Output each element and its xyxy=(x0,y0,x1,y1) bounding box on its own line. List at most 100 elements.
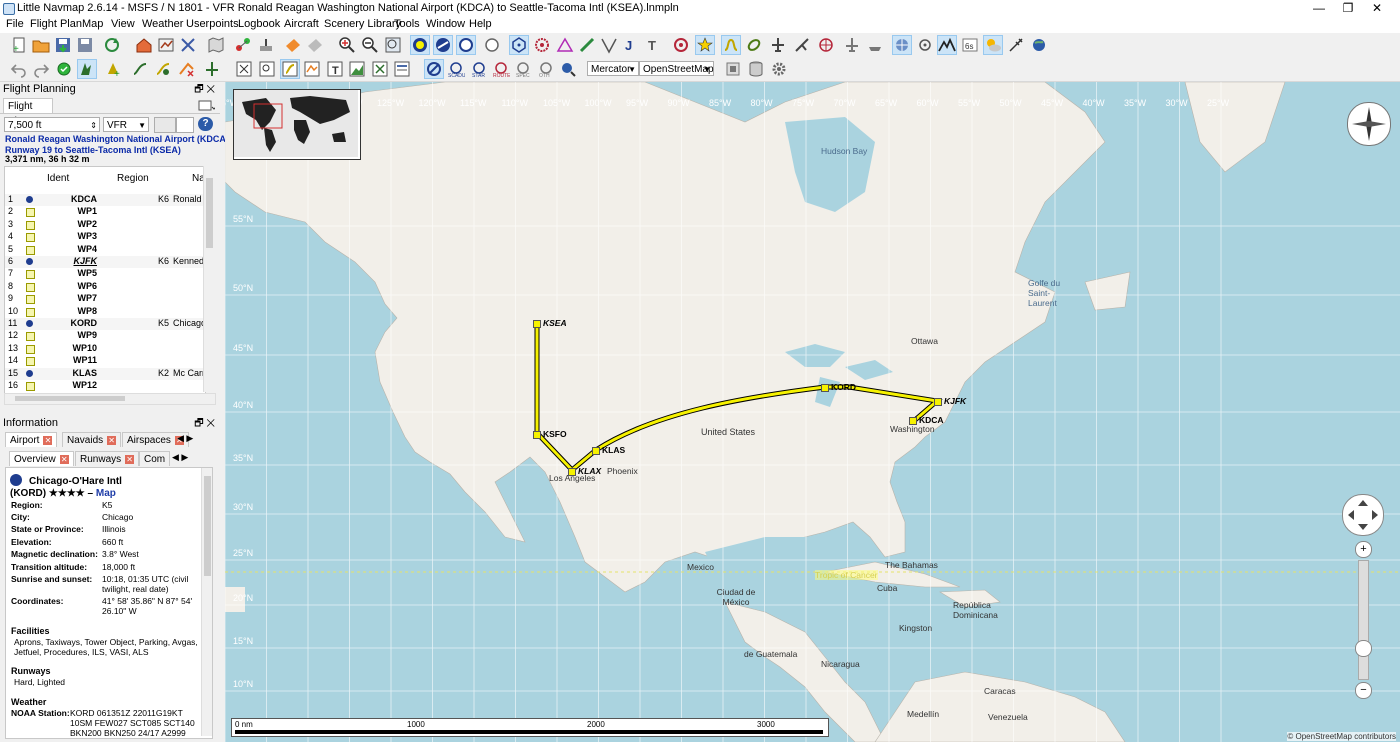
undo-icon[interactable] xyxy=(10,60,28,78)
show-weather-icon[interactable] xyxy=(983,35,1003,55)
zoom-in-button[interactable]: + xyxy=(1355,541,1372,558)
star-icon[interactable]: STAR xyxy=(470,60,488,78)
flight-type-select[interactable]: VFR ▼ xyxy=(103,117,149,132)
show-minimum-altitude-icon[interactable]: 6s xyxy=(961,36,979,54)
scroll-thumb[interactable] xyxy=(204,476,211,576)
table-row[interactable]: 7 WP5 xyxy=(5,268,205,280)
menu-tools[interactable]: Tools xyxy=(394,18,420,30)
center-flight-plan-icon[interactable] xyxy=(157,36,175,54)
tab-airport[interactable]: Airport ✕ xyxy=(5,432,58,447)
menu-weather[interactable]: Weather xyxy=(142,18,183,30)
show-day-night-icon[interactable] xyxy=(916,36,934,54)
close-icon[interactable]: ✕ xyxy=(107,435,117,445)
calculate-route-icon[interactable] xyxy=(55,60,73,78)
close-icon[interactable]: ✕ xyxy=(125,454,135,464)
zoom-map-icon[interactable] xyxy=(384,36,402,54)
table-row[interactable]: 2 WP1 xyxy=(5,206,205,218)
save-as-icon[interactable] xyxy=(76,36,94,54)
info-panel-icon[interactable]: T xyxy=(326,60,344,78)
show-tracks-icon[interactable]: T xyxy=(645,36,663,54)
compass-rose-icon[interactable] xyxy=(1347,102,1391,146)
reload-icon[interactable] xyxy=(103,36,121,54)
show-ndb-icon[interactable] xyxy=(533,36,551,54)
table-row[interactable]: 9 WP7 xyxy=(5,293,205,305)
map-toggle-icon[interactable] xyxy=(207,36,225,54)
show-addon-airports-icon[interactable] xyxy=(483,36,501,54)
new-flight-plan-icon[interactable]: + xyxy=(10,36,28,54)
tab-runways[interactable]: Runways ✕ xyxy=(75,451,140,466)
table-row[interactable]: 4 WP3 xyxy=(5,231,205,243)
show-missed-approach-icon[interactable] xyxy=(745,36,763,54)
profile-panel-icon[interactable] xyxy=(303,60,321,78)
airport-klax[interactable]: KLAX xyxy=(568,466,601,476)
zoom-plan-icon[interactable] xyxy=(179,36,197,54)
show-favorites-icon[interactable] xyxy=(695,35,715,55)
overview-map[interactable] xyxy=(233,89,361,160)
map-canvas[interactable] xyxy=(225,82,1400,742)
help-icon[interactable]: ? xyxy=(198,117,213,131)
table-row[interactable]: 5 WP4 xyxy=(5,244,205,256)
spec-icon[interactable]: SPEC xyxy=(514,60,532,78)
menu-scenery-library[interactable]: Scenery Library xyxy=(324,18,401,30)
tab-scroll-arrows[interactable]: ◀ ▶ xyxy=(177,433,193,444)
flight-plan-scrollbar[interactable] xyxy=(203,166,214,392)
show-soft-airports-icon[interactable] xyxy=(433,35,453,55)
home-icon[interactable] xyxy=(135,36,153,54)
zoom-out-button[interactable]: − xyxy=(1355,682,1372,699)
add-waypoint-icon[interactable]: + xyxy=(104,60,122,78)
airport-klas[interactable]: KLAS xyxy=(592,445,625,455)
gear-icon[interactable] xyxy=(770,60,788,78)
redo-icon[interactable] xyxy=(32,60,50,78)
flight-plan-hscrollbar[interactable] xyxy=(4,393,216,405)
tab-overview[interactable]: Overview ✕ xyxy=(9,451,74,466)
menu-logbook[interactable]: Logbook xyxy=(238,18,280,30)
menu-help[interactable]: Help xyxy=(469,18,492,30)
scroll-thumb[interactable] xyxy=(206,178,213,248)
calendar-icon[interactable] xyxy=(176,117,194,133)
column-ident[interactable]: Ident xyxy=(47,173,69,184)
zoom-slider-handle[interactable] xyxy=(1355,640,1372,657)
table-row[interactable]: 13 WP10 xyxy=(5,343,205,355)
menu-map[interactable]: Map xyxy=(82,18,103,30)
menu-view[interactable]: View xyxy=(111,18,135,30)
table-row[interactable]: 14 WP11 xyxy=(5,355,205,367)
tab-com[interactable]: Com xyxy=(139,451,171,466)
map-theme-select[interactable]: OpenStreetMap ▼ xyxy=(639,61,714,76)
menu-flight-plan[interactable]: Flight Plan xyxy=(30,18,82,30)
other-procedure-icon[interactable]: OTH xyxy=(537,60,555,78)
zoom-slider[interactable] xyxy=(1358,560,1369,680)
airport-search-icon[interactable] xyxy=(257,36,275,54)
cruise-altitude-field[interactable]: 7,500 ft ⇕ xyxy=(4,117,100,132)
table-row[interactable]: 16 WP12 xyxy=(5,380,205,392)
column-region[interactable]: Region xyxy=(117,173,149,184)
nav-search-icon[interactable] xyxy=(284,36,302,54)
show-airspaces-icon[interactable] xyxy=(672,36,690,54)
close-icon[interactable]: ✕ xyxy=(59,454,69,464)
info-scrollbar[interactable] xyxy=(201,468,212,736)
tab-navaids[interactable]: Navaids ✕ xyxy=(62,432,122,447)
search-panel-icon[interactable] xyxy=(258,60,276,78)
show-waypoints-icon[interactable] xyxy=(556,36,574,54)
clear-route-button[interactable] xyxy=(154,117,176,133)
table-row[interactable]: 11 KORD K5 Chicago- xyxy=(5,318,205,330)
show-victor-airways-icon[interactable] xyxy=(600,36,618,54)
approach-icon[interactable] xyxy=(424,59,444,79)
show-aircraft-icon[interactable] xyxy=(769,36,787,54)
delete-waypoint-icon[interactable] xyxy=(177,60,195,78)
hscroll-thumb[interactable] xyxy=(15,396,125,401)
departure-icon[interactable] xyxy=(203,60,221,78)
show-jet-airways-icon[interactable]: J xyxy=(622,36,640,54)
show-grid-icon[interactable] xyxy=(892,35,912,55)
show-globe-icon[interactable] xyxy=(1030,36,1048,54)
show-vor-icon[interactable] xyxy=(509,35,529,55)
show-ai-aircraft-icon[interactable] xyxy=(843,36,861,54)
table-row[interactable]: 3 WP2 xyxy=(5,219,205,231)
edit-route-icon[interactable] xyxy=(77,59,97,79)
table-row[interactable]: 1 KDCA K6 Ronald R xyxy=(5,194,205,206)
menu-window[interactable]: Window xyxy=(426,18,465,30)
close-button[interactable]: ✕ xyxy=(1354,0,1400,17)
zoom-in-icon[interactable] xyxy=(338,36,356,54)
userpoint-icon[interactable] xyxy=(306,36,324,54)
projection-select[interactable]: Mercator ▼ xyxy=(587,61,639,76)
show-aircraft-trail-icon[interactable] xyxy=(793,36,811,54)
